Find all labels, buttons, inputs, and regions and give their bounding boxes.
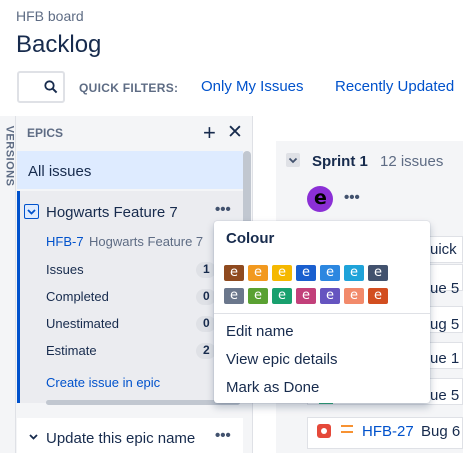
bug-icon-dot [321, 428, 327, 434]
colour-swatch[interactable]: e [248, 265, 268, 281]
epic-summary: Hogwarts Feature 7 [89, 234, 204, 249]
colour-swatch[interactable]: e [344, 265, 364, 281]
swatch-letter: e [254, 265, 262, 280]
colour-swatch[interactable]: e [272, 265, 292, 281]
chevron-down-icon[interactable] [24, 204, 39, 219]
view-epic-details-menu-item[interactable]: View epic details [226, 351, 337, 368]
colour-swatch[interactable]: e [272, 288, 292, 304]
chevron-down-icon[interactable] [286, 153, 300, 167]
swatch-letter: e [326, 265, 334, 280]
swatch-letter: e [302, 265, 310, 280]
edit-name-menu-item[interactable]: Edit name [226, 323, 294, 340]
plus-icon[interactable]: + [203, 120, 216, 146]
issue-title-fragment: ue 5 [430, 280, 460, 297]
swatch-letter: e [302, 288, 310, 303]
swatch-letter: e [230, 288, 238, 303]
swatch-letter: e [254, 288, 262, 303]
horizontal-scrollbar[interactable] [46, 400, 240, 405]
stat-value-completed: 0 [196, 289, 216, 305]
sprint-issue-count: 12 issues [380, 153, 444, 170]
colour-swatch[interactable]: e [344, 288, 364, 304]
colour-swatch[interactable]: e [368, 288, 388, 304]
more-actions-icon[interactable]: ••• [215, 427, 231, 444]
issue-title-fragment: ug 5 [430, 316, 460, 333]
epics-label: EPICS [27, 126, 64, 140]
issue-title: Bug 6 [421, 423, 461, 440]
issue-title-fragment: uick [430, 241, 457, 258]
epic-actions-dropdown [214, 221, 430, 403]
epic-name[interactable]: Update this epic name [46, 430, 195, 447]
colour-swatch[interactable]: e [224, 288, 244, 304]
stat-value-estimate: 2 [196, 343, 216, 359]
stat-value-issues: 1 [196, 262, 216, 278]
create-issue-in-epic-link[interactable]: Create issue in epic [46, 375, 160, 390]
stat-value-unestimated: 0 [196, 316, 216, 332]
swatch-letter: e [374, 265, 382, 280]
more-actions-icon[interactable]: ••• [215, 201, 231, 218]
colour-swatch[interactable]: e [296, 265, 316, 281]
swatch-letter: e [230, 265, 238, 280]
colour-swatch[interactable]: e [296, 288, 316, 304]
stat-label-estimate: Estimate [46, 343, 97, 358]
issue-title-fragment: ue 5 [430, 387, 460, 404]
colour-swatch[interactable]: e [320, 288, 340, 304]
recently-updated-filter[interactable]: Recently Updated [335, 78, 454, 95]
avatar-letter: e [314, 187, 327, 209]
swatch-letter: e [350, 265, 358, 280]
only-my-issues-filter[interactable]: Only My Issues [201, 78, 304, 95]
close-icon[interactable]: ✕ [227, 121, 243, 144]
search-input[interactable] [17, 71, 65, 103]
swatch-letter: e [350, 288, 358, 303]
colour-heading: Colour [226, 230, 275, 247]
priority-medium-icon [341, 425, 353, 433]
colour-swatch[interactable]: e [320, 265, 340, 281]
swatch-letter: e [374, 288, 382, 303]
colour-swatch[interactable]: e [224, 265, 244, 281]
versions-label[interactable]: VERSIONS [3, 126, 15, 187]
stat-label-completed: Completed [46, 289, 109, 304]
issue-key-link[interactable]: HFB-27 [362, 423, 414, 440]
issue-title-fragment: ue 1 [430, 350, 460, 367]
epic-name[interactable]: Hogwarts Feature 7 [46, 204, 178, 221]
swatch-letter: e [278, 265, 286, 280]
breadcrumb[interactable]: HFB board [16, 8, 84, 24]
mark-as-done-menu-item[interactable]: Mark as Done [226, 379, 319, 396]
quick-filters-label: QUICK FILTERS: [79, 81, 179, 95]
colour-swatch[interactable]: e [368, 265, 388, 281]
search-icon [44, 80, 58, 94]
all-issues-label[interactable]: All issues [28, 163, 91, 180]
stat-label-unestimated: Unestimated [46, 316, 119, 331]
stat-label-issues: Issues [46, 262, 84, 277]
epic-key-link[interactable]: HFB-7 [46, 234, 84, 249]
more-actions-icon[interactable]: ••• [344, 189, 360, 206]
chevron-down-icon[interactable] [28, 431, 39, 445]
swatch-letter: e [326, 288, 334, 303]
dropdown-divider [214, 313, 430, 314]
sprint-name[interactable]: Sprint 1 [312, 153, 368, 170]
swatch-letter: e [278, 288, 286, 303]
colour-swatch[interactable]: e [248, 288, 268, 304]
page-title: Backlog [16, 31, 102, 58]
